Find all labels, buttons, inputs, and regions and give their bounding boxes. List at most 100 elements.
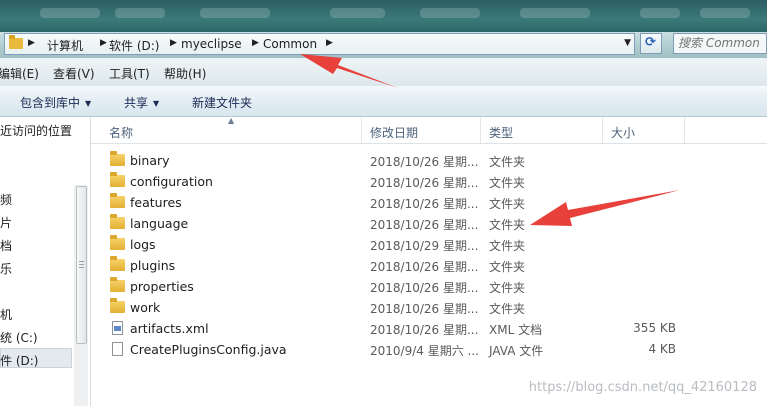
include-in-library-button[interactable]: 包含到库中 ▼ — [20, 94, 91, 111]
file-type: 文件夹 — [489, 218, 526, 232]
breadcrumb-chevron-icon[interactable]: ▶ — [252, 38, 259, 48]
file-row[interactable]: logs 2018/10/29 星期... 文件夹 — [91, 234, 767, 255]
file-row[interactable]: binary 2018/10/26 星期... 文件夹 — [91, 150, 767, 171]
column-name[interactable]: 名称 — [109, 124, 133, 141]
blurred-title — [330, 8, 385, 18]
file-type: 文件夹 — [489, 281, 526, 295]
new-folder-button[interactable]: 新建文件夹 — [192, 94, 252, 111]
column-divider[interactable] — [480, 117, 481, 143]
folder-icon — [110, 172, 125, 187]
share-label: 共享 — [124, 96, 149, 110]
scrollbar-grip — [79, 261, 84, 262]
folder-icon — [110, 193, 125, 208]
file-row[interactable]: language 2018/10/26 星期... 文件夹 — [91, 213, 767, 234]
file-type: 文件夹 — [489, 197, 526, 211]
file-row[interactable]: features 2018/10/26 星期... 文件夹 — [91, 192, 767, 213]
file-name: artifacts.xml — [130, 321, 209, 336]
file-date-modified: 2018/10/26 星期... — [370, 197, 479, 211]
file-size: 355 KB — [633, 321, 676, 335]
folder-icon — [110, 298, 125, 313]
column-type[interactable]: 类型 — [489, 124, 513, 141]
menu-edit[interactable]: 编辑(E) — [0, 65, 39, 82]
file-date-modified: 2018/10/26 星期... — [370, 218, 479, 232]
watermark: https://blog.csdn.net/qq_42160128 — [528, 380, 757, 395]
column-date-modified[interactable]: 修改日期 — [370, 124, 418, 141]
chevron-down-icon: ▼ — [153, 99, 160, 108]
blurred-title — [700, 8, 750, 18]
file-row[interactable]: configuration 2018/10/26 星期... 文件夹 — [91, 171, 767, 192]
nav-scrollbar-thumb[interactable] — [76, 186, 87, 344]
file-date-modified: 2018/10/26 星期... — [370, 323, 479, 337]
nav-item-pictures[interactable]: 片 — [0, 214, 12, 231]
nav-item-recent-places[interactable]: 近访问的位置 — [0, 122, 72, 139]
file-name: properties — [130, 279, 194, 294]
address-dropdown-icon[interactable]: ▼ — [624, 38, 631, 48]
search-box[interactable] — [673, 33, 767, 54]
folder-icon — [9, 35, 23, 49]
folder-icon — [110, 277, 125, 292]
column-divider[interactable] — [684, 117, 685, 143]
breadcrumb-chevron-icon[interactable]: ▶ — [326, 38, 333, 48]
nav-item-videos[interactable]: 频 — [0, 191, 12, 208]
file-name: logs — [130, 237, 156, 252]
scrollbar-grip — [79, 264, 84, 265]
file-row[interactable]: CreatePluginsConfig.java 2010/9/4 星期六 ...… — [91, 339, 767, 360]
menu-tools[interactable]: 工具(T) — [109, 65, 150, 82]
file-type: 文件夹 — [489, 239, 526, 253]
menu-help[interactable]: 帮助(H) — [164, 65, 206, 82]
file-row[interactable]: properties 2018/10/26 星期... 文件夹 — [91, 276, 767, 297]
file-name: CreatePluginsConfig.java — [130, 342, 287, 357]
menu-view[interactable]: 查看(V) — [53, 65, 95, 82]
refresh-button[interactable]: ⟳ — [640, 33, 662, 54]
folder-icon — [110, 256, 125, 271]
share-button[interactable]: 共享 ▼ — [124, 94, 159, 111]
breadcrumb-computer[interactable]: 计算机 — [47, 37, 83, 54]
sort-ascending-icon: ▲ — [228, 116, 235, 125]
folder-icon — [110, 235, 125, 250]
folder-icon — [110, 151, 125, 166]
nav-item-drive-c[interactable]: 统 (C:) — [0, 329, 38, 346]
file-row[interactable]: plugins 2018/10/26 星期... 文件夹 — [91, 255, 767, 276]
breadcrumb-myeclipse[interactable]: myeclipse — [181, 37, 242, 51]
folder-icon — [110, 214, 125, 229]
file-name: binary — [130, 153, 170, 168]
file-date-modified: 2018/10/26 星期... — [370, 302, 479, 316]
column-divider[interactable] — [361, 117, 362, 143]
breadcrumb-chevron-icon[interactable]: ▶ — [28, 38, 35, 48]
breadcrumb-common[interactable]: Common — [263, 37, 317, 51]
breadcrumb-drive-d[interactable]: 软件 (D:) — [109, 37, 159, 54]
file-name: configuration — [130, 174, 213, 189]
column-size[interactable]: 大小 — [611, 124, 635, 141]
nav-item-computer[interactable]: 机 — [0, 306, 12, 323]
column-header-row: 名称 修改日期 类型 大小 — [91, 117, 767, 144]
blurred-title — [420, 8, 480, 18]
breadcrumb-chevron-icon[interactable]: ▶ — [100, 38, 107, 48]
column-divider[interactable] — [602, 117, 603, 143]
file-row[interactable]: artifacts.xml 2018/10/26 星期... XML 文档 355 K… — [91, 318, 767, 339]
chevron-down-icon: ▼ — [85, 99, 92, 108]
file-date-modified: 2018/10/26 星期... — [370, 281, 479, 295]
nav-item-drive-d[interactable]: 件 (D:) — [0, 352, 38, 369]
file-name: features — [130, 195, 182, 210]
file-row[interactable]: work 2018/10/26 星期... 文件夹 — [91, 297, 767, 318]
menu-bar: 编辑(E) 查看(V) 工具(T) 帮助(H) — [0, 58, 767, 87]
address-bar[interactable]: ▶ 计算机 ▶ 软件 (D:) ▶ myeclipse ▶ Common ▶ ▼ — [4, 33, 635, 55]
refresh-icon: ⟳ — [645, 35, 656, 50]
file-size: 4 KB — [648, 342, 676, 356]
blurred-title — [640, 8, 680, 18]
nav-item-documents[interactable]: 档 — [0, 237, 12, 254]
file-name: plugins — [130, 258, 176, 273]
file-type: XML 文档 — [489, 323, 543, 337]
search-input[interactable] — [674, 34, 764, 52]
file-name: work — [130, 300, 161, 315]
file-type: 文件夹 — [489, 260, 526, 274]
file-type: 文件夹 — [489, 302, 526, 316]
file-date-modified: 2010/9/4 星期六 ... — [370, 344, 479, 358]
nav-item-music[interactable]: 乐 — [0, 260, 12, 277]
breadcrumb-chevron-icon[interactable]: ▶ — [170, 38, 177, 48]
file-date-modified: 2018/10/26 星期... — [370, 176, 479, 190]
blurred-title — [40, 8, 100, 18]
window-title-strip — [0, 0, 767, 32]
scrollbar-grip — [79, 267, 84, 268]
file-date-modified: 2018/10/29 星期... — [370, 239, 479, 253]
